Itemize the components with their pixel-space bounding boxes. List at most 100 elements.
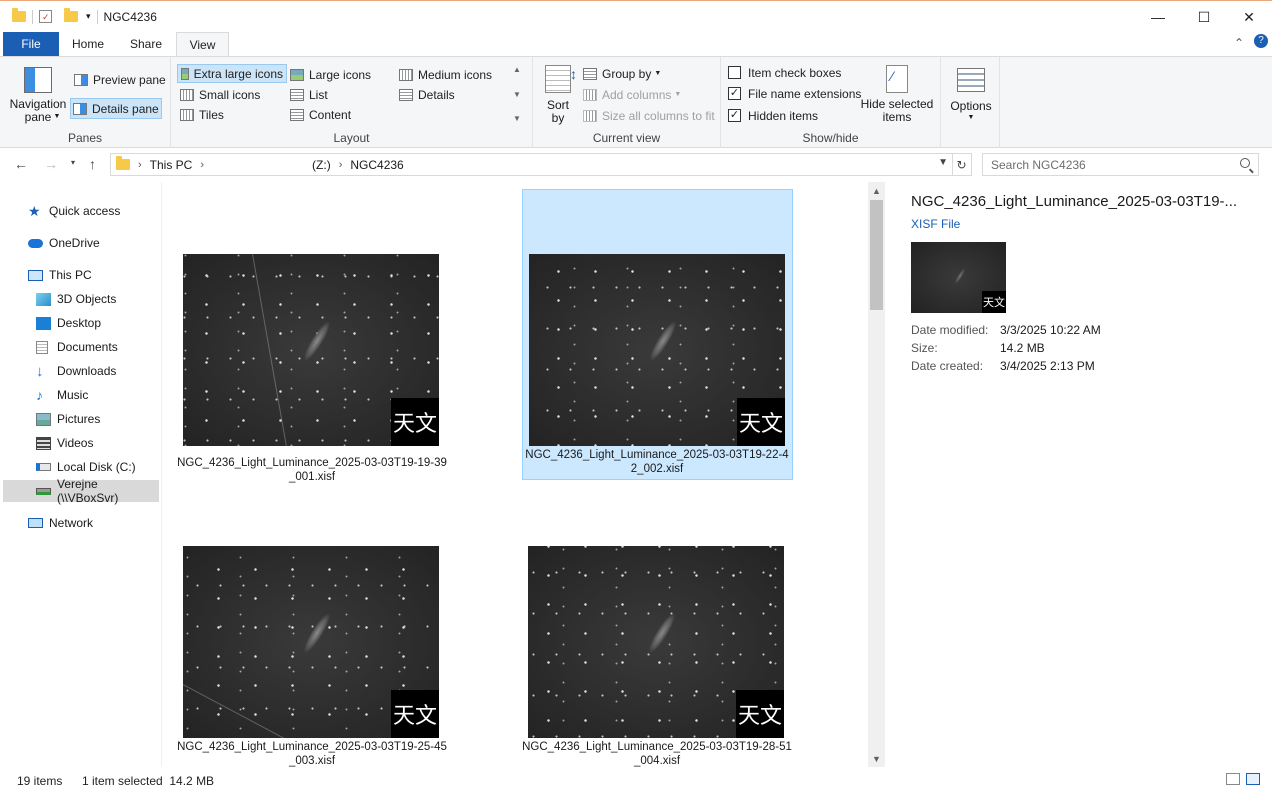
- file-name[interactable]: NGC_4236_Light_Luminance_2025-03-03T19-2…: [174, 740, 450, 767]
- tab-home[interactable]: Home: [62, 32, 114, 56]
- file-name-extensions-toggle[interactable]: ✓ File name extensions: [728, 85, 861, 102]
- large-icons-icon: [290, 68, 304, 81]
- scroll-down-icon[interactable]: ▼: [513, 90, 521, 99]
- add-columns-button[interactable]: Add columns ▼: [583, 86, 681, 103]
- forward-arrow-icon[interactable]: →: [44, 156, 58, 172]
- help-icon[interactable]: ?: [1254, 34, 1268, 48]
- date-created-value[interactable]: 3/4/2025 2:13 PM: [1000, 359, 1095, 373]
- tab-file[interactable]: File: [3, 32, 59, 56]
- date-modified-value[interactable]: 3/3/2025 10:22 AM: [1000, 323, 1101, 337]
- details-view-toggle-icon[interactable]: [1226, 773, 1240, 785]
- scrollbar-thumb[interactable]: [870, 200, 883, 310]
- app-badge-icon: 天文: [391, 690, 439, 738]
- expand-gallery-icon[interactable]: ▼: [513, 114, 521, 123]
- nav-downloads[interactable]: ↓ Downloads: [0, 360, 160, 382]
- properties-icon[interactable]: ✓: [39, 10, 52, 23]
- file-tile-1[interactable]: 天文 NGC_4236_Light_Luminance_2025-03-03T1…: [162, 190, 447, 483]
- details-pane: NGC_4236_Light_Luminance_2025-03-03T19-.…: [885, 182, 1272, 767]
- details-pane-button[interactable]: Details pane: [70, 98, 162, 119]
- collapse-ribbon-icon[interactable]: ⌃: [1234, 36, 1244, 50]
- search-box[interactable]: [982, 153, 1259, 176]
- download-arrow-icon: ↓: [36, 362, 44, 380]
- nav-3d-objects[interactable]: 3D Objects: [0, 288, 160, 310]
- breadcrumb-this-pc[interactable]: This PC: [150, 158, 193, 172]
- nav-network[interactable]: Network: [0, 512, 160, 534]
- details-option[interactable]: Details: [399, 85, 455, 104]
- vertical-scrollbar[interactable]: ▲ ▼: [868, 182, 885, 767]
- nav-onedrive[interactable]: OneDrive: [0, 232, 160, 254]
- extra-large-icons-option[interactable]: Extra large icons: [177, 64, 287, 83]
- drive-icon: [36, 463, 51, 471]
- scroll-up-arrow-icon[interactable]: ▲: [872, 186, 881, 196]
- maximize-button[interactable]: ☐: [1181, 1, 1227, 33]
- scroll-up-icon[interactable]: ▲: [513, 65, 521, 74]
- breadcrumb-chevron-icon[interactable]: ›: [339, 159, 343, 171]
- ribbon-tabs: File Home Share View ⌃ ?: [0, 32, 1272, 57]
- size-all-columns-button[interactable]: Size all columns to fit: [583, 107, 715, 124]
- list-option[interactable]: List: [290, 85, 328, 104]
- nav-this-pc[interactable]: This PC: [0, 264, 160, 286]
- nav-music[interactable]: ♪ Music: [0, 384, 160, 406]
- search-icon[interactable]: [1240, 158, 1250, 168]
- customize-quick-access-icon[interactable]: ▾: [86, 11, 91, 22]
- address-dropdown-icon[interactable]: ▼: [938, 157, 948, 168]
- nav-quick-access[interactable]: ★ Quick access: [0, 200, 160, 222]
- layout-gallery-scroll[interactable]: ▲ ▼ ▼: [510, 65, 524, 123]
- breadcrumb-chevron-icon[interactable]: ›: [200, 159, 204, 171]
- tiles-option[interactable]: Tiles: [180, 105, 224, 124]
- sort-by-button[interactable]: ↕ Sort by: [541, 63, 577, 127]
- nav-desktop[interactable]: Desktop: [0, 312, 160, 334]
- details-view-icon: [399, 88, 413, 101]
- scroll-down-arrow-icon[interactable]: ▼: [872, 754, 881, 764]
- nav-verejne[interactable]: Verejne (\\VBoxSvr): [3, 477, 159, 505]
- breadcrumb-folder[interactable]: NGC4236: [350, 158, 403, 172]
- address-field[interactable]: › This PC › (Z:) › NGC4236 ▼: [110, 153, 953, 176]
- file-name[interactable]: NGC_4236_Light_Luminance_2025-03-03T19-2…: [525, 448, 789, 476]
- minimize-button[interactable]: —: [1135, 1, 1181, 33]
- group-by-button[interactable]: Group by ▼: [583, 65, 661, 82]
- new-folder-icon[interactable]: [64, 8, 78, 22]
- breadcrumb-chevron-icon[interactable]: ›: [138, 159, 142, 171]
- file-tile-4[interactable]: 天文 NGC_4236_Light_Luminance_2025-03-03T1…: [507, 482, 792, 767]
- star-icon: ★: [28, 202, 41, 219]
- file-tile-3[interactable]: 天文 NGC_4236_Light_Luminance_2025-03-03T1…: [162, 482, 447, 767]
- search-input[interactable]: [983, 157, 1233, 172]
- hidden-items-checkbox[interactable]: ✓: [728, 109, 741, 122]
- item-check-boxes-toggle[interactable]: Item check boxes: [728, 64, 841, 81]
- panes-group: Navigation pane ▼ Preview pane Details p…: [0, 57, 171, 148]
- recent-locations-icon[interactable]: ▾: [71, 158, 75, 167]
- preview-pane-button[interactable]: Preview pane: [72, 70, 168, 90]
- navigation-pane-button[interactable]: Navigation pane ▼: [8, 63, 68, 125]
- hide-selected-items-button[interactable]: ⁄ Hide selected items: [859, 63, 935, 127]
- nav-videos[interactable]: Videos: [0, 432, 160, 454]
- layout-group: Extra large icons Large icons Medium ico…: [171, 57, 533, 148]
- file-name[interactable]: NGC_4236_Light_Luminance_2025-03-03T19-2…: [519, 740, 795, 767]
- nav-quick-access-label: Quick access: [49, 204, 121, 218]
- options-button[interactable]: Options ▼: [946, 63, 996, 127]
- nav-documents[interactable]: Documents: [0, 336, 160, 358]
- content-option[interactable]: Content: [290, 105, 351, 124]
- up-arrow-icon[interactable]: ↑: [89, 156, 96, 172]
- file-tile-2[interactable]: 天文 NGC_4236_Light_Luminance_2025-03-03T1…: [522, 189, 793, 480]
- nav-local-disk[interactable]: Local Disk (C:): [0, 456, 160, 478]
- refresh-button[interactable]: ↻: [952, 153, 972, 176]
- item-check-boxes-checkbox[interactable]: [728, 66, 741, 79]
- tiles-icon: [180, 108, 194, 121]
- large-icons-option[interactable]: Large icons: [290, 65, 371, 84]
- navigation-pane-icon: [24, 67, 52, 93]
- close-button[interactable]: ✕: [1226, 1, 1272, 33]
- tab-view[interactable]: View: [176, 32, 229, 57]
- cube-icon: [36, 292, 51, 306]
- file-name[interactable]: NGC_4236_Light_Luminance_2025-03-03T19-1…: [174, 456, 450, 484]
- hidden-items-toggle[interactable]: ✓ Hidden items: [728, 107, 818, 124]
- back-arrow-icon[interactable]: ←: [14, 156, 28, 172]
- file-name-extensions-checkbox[interactable]: ✓: [728, 87, 741, 100]
- small-icons-option[interactable]: Small icons: [180, 85, 260, 104]
- medium-icons-option[interactable]: Medium icons: [399, 65, 492, 84]
- list-label: List: [309, 87, 328, 102]
- breadcrumb-drive[interactable]: (Z:): [312, 158, 331, 172]
- large-icons-view-toggle-icon[interactable]: [1246, 773, 1260, 785]
- nav-pictures[interactable]: Pictures: [0, 408, 160, 430]
- tab-share[interactable]: Share: [118, 32, 174, 56]
- list-icon: [290, 88, 304, 101]
